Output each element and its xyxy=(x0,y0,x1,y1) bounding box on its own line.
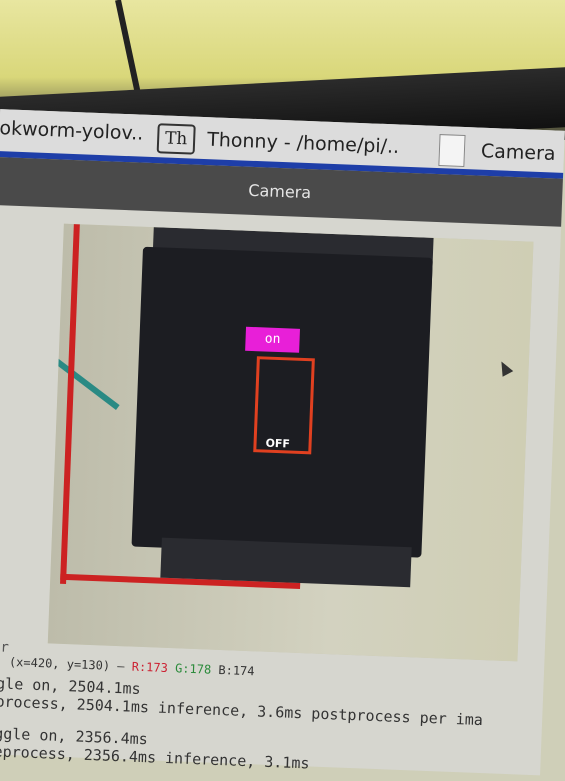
monitor-screen: okworm-yolov.. Th Thonny - /home/pi/.. C… xyxy=(0,109,565,776)
pixel-separator: – xyxy=(117,659,125,674)
taskbar-item-bookworm[interactable]: okworm-yolov.. xyxy=(0,117,144,145)
switch-off-label: OFF xyxy=(265,436,291,451)
taskbar-item-camera[interactable]: Camera xyxy=(438,134,556,170)
camera-feed: on OFF xyxy=(47,223,534,662)
taskbar-item-label: Thonny - /home/pi/.. xyxy=(206,128,400,158)
window-title: Camera xyxy=(248,180,312,203)
pixel-g: G:178 xyxy=(174,661,212,677)
thonny-icon: Th xyxy=(156,123,196,155)
taskbar-item-label: okworm-yolov.. xyxy=(0,117,144,145)
pixel-r: R:173 xyxy=(131,659,169,675)
pixel-b: B:174 xyxy=(218,662,255,679)
console-prompt: epr xyxy=(0,638,10,656)
detection-label: on xyxy=(245,326,300,353)
pixel-status: (x=420, y=130) – R:173 G:178 B:174 xyxy=(9,655,255,678)
pixel-coords: (x=420, y=130) xyxy=(8,654,111,673)
taskbar-item-thonny[interactable]: Th Thonny - /home/pi/.. xyxy=(156,123,400,162)
taskbar-item-label: Camera xyxy=(480,140,556,165)
camera-window-icon xyxy=(438,134,466,168)
